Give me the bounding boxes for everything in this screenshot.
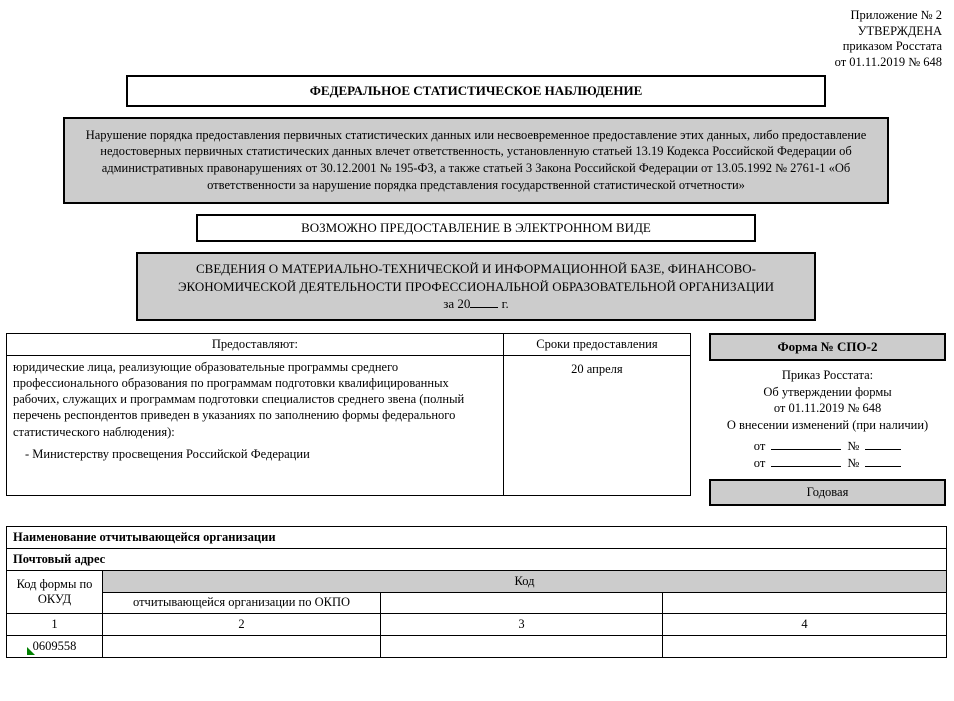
right-meta4: О внесении изменений (при наличии) <box>709 417 946 434</box>
okud-value-cell: 0609558 <box>7 635 103 657</box>
code-col-3-value[interactable] <box>381 635 663 657</box>
year-blank[interactable] <box>470 296 498 308</box>
providers-body-indent: - Министерству просвещения Российской Фе… <box>13 446 497 462</box>
warning-box: Нарушение порядка предоставления первичн… <box>63 117 889 205</box>
amendment-num-2[interactable] <box>865 455 901 467</box>
form-number-box: Форма № СПО-2 <box>709 333 946 361</box>
right-meta-block: Приказ Росстата: Об утверждении формы от… <box>709 367 946 435</box>
amendment-num-1[interactable] <box>865 438 901 450</box>
info-line1: СВЕДЕНИЯ О МАТЕРИАЛЬНО-ТЕХНИЧЕСКОЙ И ИНФ… <box>146 260 806 295</box>
code-col-3-blank-header <box>381 593 663 614</box>
code-col-4-blank-header <box>663 593 947 614</box>
deadline-cell: 20 апреля <box>503 355 690 495</box>
providers-table: Предоставляют: Сроки предоставления юрид… <box>6 333 691 496</box>
colnum-2: 2 <box>103 613 381 635</box>
right-meta1: Приказ Росстата: <box>709 367 946 384</box>
amendment-date-2[interactable] <box>771 455 841 467</box>
org-name-field[interactable] <box>381 527 947 549</box>
warning-text: Нарушение порядка предоставления первичн… <box>86 128 867 193</box>
code-header: Код <box>103 571 947 593</box>
providers-body-cell: юридические лица, реализующие образовате… <box>7 355 504 495</box>
amendment-row-1: от № <box>709 438 946 454</box>
electronic-box: ВОЗМОЖНО ПРЕДОСТАВЛЕНИЕ В ЭЛЕКТРОННОМ ВИ… <box>196 214 756 242</box>
order-date-line: от 01.11.2019 № 648 <box>6 55 942 71</box>
post-addr-field[interactable] <box>287 549 947 571</box>
order-line: приказом Росстата <box>6 39 942 55</box>
form-number-text: Форма № СПО-2 <box>778 339 878 354</box>
title-text: ФЕДЕРАЛЬНОЕ СТАТИСТИЧЕСКОЕ НАБЛЮДЕНИЕ <box>310 83 643 98</box>
post-addr-label: Почтовый адрес <box>7 549 287 571</box>
ot-label-2: от <box>754 456 766 471</box>
deadline-header: Сроки предоставления <box>503 333 690 355</box>
electronic-text: ВОЗМОЖНО ПРЕДОСТАВЛЕНИЕ В ЭЛЕКТРОННОМ ВИ… <box>301 220 651 235</box>
title-box: ФЕДЕРАЛЬНОЕ СТАТИСТИЧЕСКОЕ НАБЛЮДЕНИЕ <box>126 75 826 107</box>
okpo-subheader-text: отчитывающейся организации по ОКПО <box>109 595 374 611</box>
period-box: Годовая <box>709 479 946 506</box>
org-info-table: Наименование отчитывающейся организации … <box>6 526 947 658</box>
colnum-1: 1 <box>7 613 103 635</box>
right-meta3: от 01.11.2019 № 648 <box>709 400 946 417</box>
info-year-row: за 20 г. <box>146 295 806 313</box>
providers-body-main: юридические лица, реализующие образовате… <box>13 359 497 440</box>
info-box: СВЕДЕНИЯ О МАТЕРИАЛЬНО-ТЕХНИЧЕСКОЙ И ИНФ… <box>136 252 816 321</box>
providers-header: Предоставляют: <box>7 333 504 355</box>
okpo-value-cell[interactable] <box>103 635 381 657</box>
amendment-date-1[interactable] <box>771 438 841 450</box>
form-meta-column: Форма № СПО-2 Приказ Росстата: Об утверж… <box>709 333 946 507</box>
colnum-3: 3 <box>381 613 663 635</box>
num-label-2: № <box>847 456 859 471</box>
info-year-suffix: г. <box>502 296 509 311</box>
code-col-4-value[interactable] <box>663 635 947 657</box>
right-meta2: Об утверждении формы <box>709 384 946 401</box>
okud-value: 0609558 <box>33 639 77 653</box>
deadline-value: 20 апреля <box>571 362 622 376</box>
org-name-label: Наименование отчитывающейся организации <box>7 527 381 549</box>
period-text: Годовая <box>807 485 849 499</box>
code-form-okud-text: Код формы по ОКУД <box>13 577 96 607</box>
amendment-row-2: от № <box>709 455 946 471</box>
appendix-line: Приложение № 2 <box>6 8 942 24</box>
code-form-okud-header: Код формы по ОКУД <box>7 571 103 614</box>
cell-marker-icon <box>27 647 35 655</box>
colnum-4: 4 <box>663 613 947 635</box>
ot-label-1: от <box>754 439 766 454</box>
num-label-1: № <box>847 439 859 454</box>
okpo-subheader: отчитывающейся организации по ОКПО <box>103 593 381 614</box>
appendix-header: Приложение № 2 УТВЕРЖДЕНА приказом Росст… <box>6 8 946 71</box>
approved-line: УТВЕРЖДЕНА <box>6 24 942 40</box>
info-year-prefix: за 20 <box>443 296 470 311</box>
